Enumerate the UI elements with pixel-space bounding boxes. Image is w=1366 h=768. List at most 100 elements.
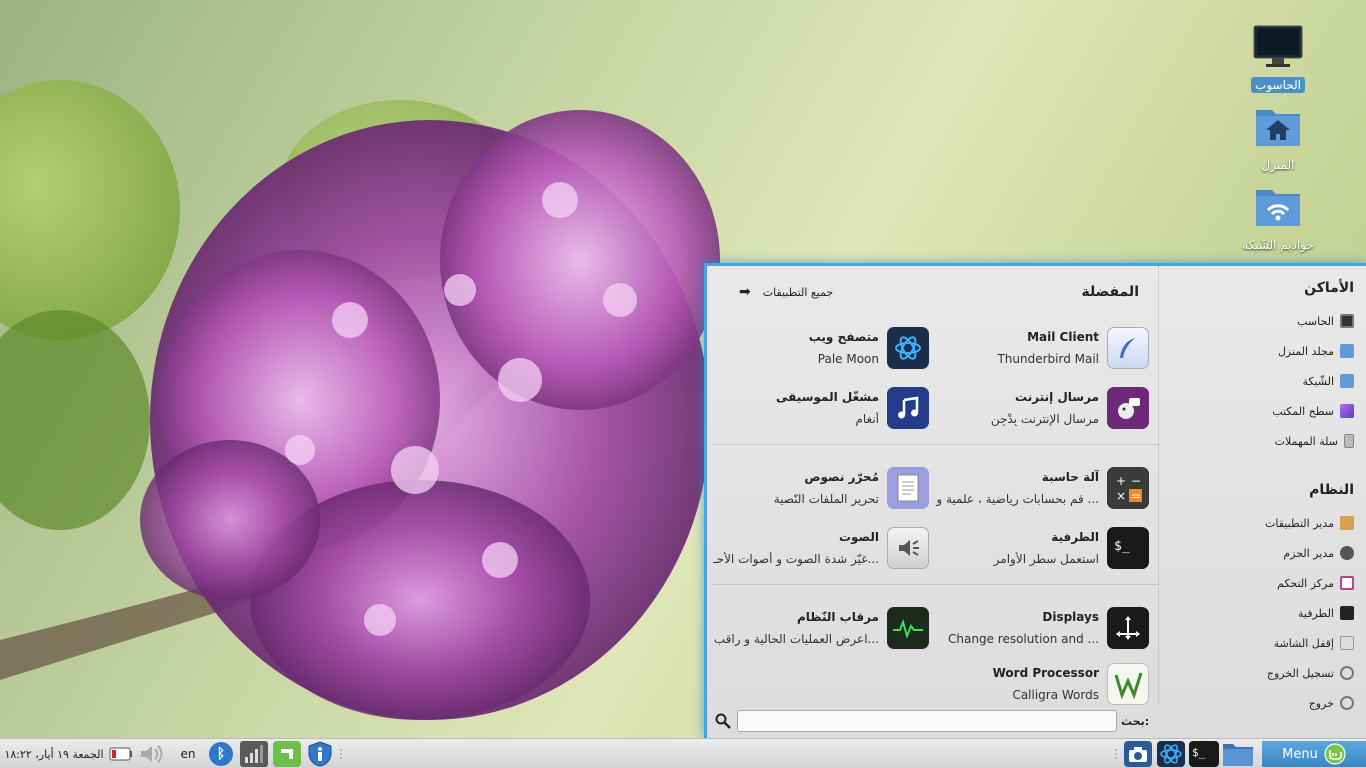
desktop-icon-label: المنزل xyxy=(1261,158,1295,172)
search-row: بحث: xyxy=(707,707,1159,737)
app-internet-messenger[interactable]: مرسال إنترنت مرسال الإنترنت بِدْجِن xyxy=(929,382,1149,434)
app-text-editor[interactable]: مُحرّر نصوص تحرير الملفات النّصية xyxy=(709,462,929,514)
place-label: الشّبكة xyxy=(1302,374,1334,388)
system-label: خروج xyxy=(1308,696,1334,710)
system-label: تسجيل الخروج xyxy=(1266,666,1334,680)
package-manager-icon xyxy=(1340,546,1354,560)
volume-icon[interactable] xyxy=(138,741,164,767)
desktop-icon xyxy=(1340,404,1354,418)
desktop-computer[interactable]: الحاسوب xyxy=(1233,24,1323,93)
word-processor-icon xyxy=(1107,663,1149,705)
launcher-screenshot[interactable] xyxy=(1124,741,1152,767)
system-label: مركز التحكم xyxy=(1277,576,1334,590)
app-desc: Change resolution and ... xyxy=(948,632,1099,646)
place-computer[interactable]: الحاسب xyxy=(1159,306,1366,336)
app-name: Displays xyxy=(1042,610,1099,624)
svg-text:+: + xyxy=(1116,474,1126,488)
system-terminal[interactable]: الطرفية xyxy=(1159,598,1366,628)
app-name: Word Processor xyxy=(992,666,1099,680)
info-icon[interactable] xyxy=(306,741,334,767)
search-label: بحث: xyxy=(1121,715,1150,728)
desktop-home[interactable]: المنزل xyxy=(1233,104,1323,173)
app-desc: غيّر شدة الصوت و أصوات الأحـ... xyxy=(713,552,879,566)
sound-icon xyxy=(887,527,929,569)
app-desc: أنغام xyxy=(855,412,879,426)
app-name: مُحرّر نصوص xyxy=(804,470,879,484)
home-folder-icon xyxy=(1340,344,1354,358)
browser-icon xyxy=(887,327,929,369)
app-system-monitor[interactable]: مرقاب النّظام اعرض العمليات الحالية و را… xyxy=(709,602,929,654)
app-desc: Pale Moon xyxy=(817,352,879,366)
system-logout[interactable]: تسجيل الخروج xyxy=(1159,658,1366,688)
place-label: الحاسب xyxy=(1297,314,1334,328)
app-calculator[interactable]: + − × = آلة حاسبة قم بحسابات رياضية ، علمية… xyxy=(929,462,1149,514)
network-folder-icon xyxy=(1252,184,1304,230)
place-label: سلة المهملات xyxy=(1274,434,1338,448)
place-desktop[interactable]: سطح المكتب xyxy=(1159,396,1366,426)
arrow-right-icon: ➡ xyxy=(739,284,751,300)
bluetooth-icon[interactable]: ᛒ xyxy=(208,741,234,767)
favorites-column: المفضلة ➡ جميع التطبيقات Mail Client Thu… xyxy=(707,266,1159,732)
app-desc: تحرير الملفات النّصية xyxy=(773,492,879,506)
system-software-manager[interactable]: مدير التطبيقات xyxy=(1159,508,1366,538)
app-desc: استعمل سطر الأوامر xyxy=(993,552,1099,566)
app-sound[interactable]: الصوت غيّر شدة الصوت و أصوات الأحـ... xyxy=(709,522,929,574)
app-displays[interactable]: Displays Change resolution and ... xyxy=(929,602,1149,654)
pidgin-icon xyxy=(1107,387,1149,429)
places-heading: الأماكن xyxy=(1304,280,1354,296)
applet-separator-handle[interactable]: ⋮ xyxy=(335,741,347,767)
browser-icon xyxy=(1157,741,1185,767)
system-control-center[interactable]: مركز التحكم xyxy=(1159,568,1366,598)
search-input[interactable] xyxy=(737,710,1117,732)
clock[interactable]: الجمعة ١٩ أيار، ١٨:٢٢ xyxy=(4,741,104,767)
app-word-processor[interactable]: Word Processor Calligra Words xyxy=(929,662,1149,706)
system-lock-screen[interactable]: إقفل الشاشة xyxy=(1159,628,1366,658)
launcher-web-browser[interactable] xyxy=(1157,741,1185,767)
update-manager-icon[interactable] xyxy=(273,741,301,767)
app-music-player[interactable]: مشغّل الموسيقى أنغام xyxy=(709,382,929,434)
mint-logo-icon xyxy=(1324,743,1346,765)
app-terminal[interactable]: $_ الطرفية استعمل سطر الأوامر xyxy=(929,522,1149,574)
system-package-manager[interactable]: مدير الحزم xyxy=(1159,538,1366,568)
all-applications-button[interactable]: ➡ جميع التطبيقات xyxy=(739,284,833,300)
separator xyxy=(713,584,1159,585)
app-mail-client[interactable]: Mail Client Thunderbird Mail xyxy=(929,322,1149,374)
folder-icon xyxy=(1223,744,1253,766)
app-name: الصوت xyxy=(838,530,879,544)
launcher-terminal[interactable]: $_ xyxy=(1189,741,1219,767)
search-icon[interactable] xyxy=(715,713,731,729)
app-desc: مرسال الإنترنت بِدْجِن xyxy=(990,412,1099,426)
separator xyxy=(713,444,1159,445)
computer-icon xyxy=(1340,314,1354,328)
keyboard-layout-indicator[interactable]: en xyxy=(178,741,198,767)
favorites-heading: المفضلة xyxy=(1081,284,1139,300)
app-name: الطرفية xyxy=(1051,530,1099,544)
logout-icon xyxy=(1340,666,1354,680)
place-trash[interactable]: سلة المهملات xyxy=(1159,426,1366,456)
launcher-file-manager[interactable] xyxy=(1222,741,1254,767)
menu-button[interactable]: Menu xyxy=(1262,741,1366,767)
place-network[interactable]: الشّبكة xyxy=(1159,366,1366,396)
app-name: مرقاب النّظام xyxy=(796,610,879,624)
app-name: Mail Client xyxy=(1027,330,1099,344)
app-desc: اعرض العمليات الحالية و راقب... xyxy=(713,632,879,646)
menu-button-label: Menu xyxy=(1282,746,1318,762)
app-web-browser[interactable]: متصفح ويب Pale Moon xyxy=(709,322,929,374)
battery-icon[interactable] xyxy=(108,741,134,767)
desktop-network[interactable]: خواديم الشّبكة xyxy=(1233,184,1323,253)
app-name: متصفح ويب xyxy=(808,330,879,344)
network-icon xyxy=(1340,374,1354,388)
software-manager-icon xyxy=(1340,516,1354,530)
terminal-icon: $_ xyxy=(1107,527,1149,569)
system-quit[interactable]: خروج xyxy=(1159,688,1366,718)
bottom-panel: الجمعة ١٩ أيار، ١٨:٢٢ en ᛒ ⋮ ⋮ $_ Menu xyxy=(0,738,1366,768)
place-home[interactable]: مجلد المنزل xyxy=(1159,336,1366,366)
control-center-icon xyxy=(1340,576,1354,590)
app-desc: Thunderbird Mail xyxy=(997,352,1099,366)
desktop-icon-label: خواديم الشّبكة xyxy=(1242,238,1314,252)
terminal-icon xyxy=(1340,606,1354,620)
launcher-separator-handle[interactable]: ⋮ xyxy=(1110,741,1122,767)
power-icon xyxy=(1340,696,1354,710)
network-signal-icon[interactable] xyxy=(240,741,268,767)
app-name: آلة حاسبة xyxy=(1041,470,1099,484)
